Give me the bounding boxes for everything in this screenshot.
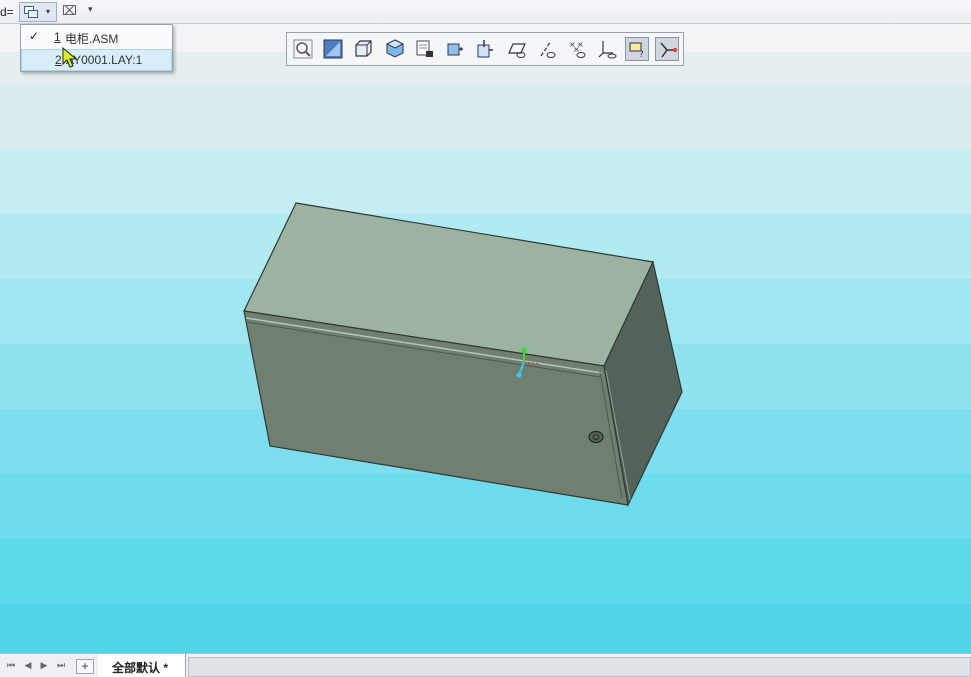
- mouse-cursor-icon: [62, 47, 78, 68]
- next-sheet-icon[interactable]: ▶: [37, 660, 51, 672]
- datum-axis-display-icon: [540, 40, 556, 58]
- spin-center-icon: [477, 40, 493, 58]
- spin-center-toggle-button[interactable]: [655, 37, 679, 61]
- window-list-button[interactable]: ▾: [19, 2, 57, 22]
- partial-label: d=: [0, 5, 14, 19]
- chevron-down-icon: ▾: [46, 7, 51, 16]
- window-list-icon: [24, 6, 38, 18]
- cabinet-model[interactable]: [0, 24, 971, 653]
- last-sheet-icon[interactable]: ⏭: [54, 660, 68, 672]
- annotation-display-icon: ?: [629, 42, 644, 60]
- add-sheet-button[interactable]: +: [76, 659, 94, 674]
- door-lock-icon: [588, 430, 604, 444]
- zoom-area-icon: [323, 39, 343, 59]
- window-top-bar: d= ▾ ⌧ ▾: [0, 0, 971, 24]
- close-window-icon[interactable]: ⌧: [62, 3, 77, 19]
- previous-sheet-icon[interactable]: ◀: [21, 660, 35, 672]
- coordinate-system-display-button[interactable]: [595, 37, 619, 61]
- named-views-button[interactable]: [383, 37, 407, 61]
- svg-text:?: ?: [639, 50, 644, 60]
- first-sheet-icon[interactable]: ⏮: [4, 660, 18, 672]
- refit-button[interactable]: [291, 37, 315, 61]
- zoom-area-button[interactable]: [321, 37, 345, 61]
- window-menu-item-1[interactable]: ✓ 1 电柜.ASM: [21, 26, 172, 48]
- annotation-display-button[interactable]: ?: [625, 37, 649, 61]
- more-options-icon[interactable]: ▾: [88, 4, 100, 18]
- graphics-viewport[interactable]: [0, 24, 971, 653]
- saved-orientations-icon: [416, 40, 433, 57]
- datum-plane-display-icon: [508, 43, 526, 58]
- coordinate-system-display-icon: [598, 41, 617, 59]
- menu-item-label: 电柜.ASM: [65, 32, 119, 46]
- datum-point-display-icon: × ××: [569, 40, 586, 58]
- view-manager-icon: [447, 43, 463, 56]
- sheet-tab-strip: [188, 657, 971, 677]
- sheet-tab-bar: ⏮ ◀ ▶ ⏭ + 全部默认 *: [0, 653, 971, 677]
- sheet-tab-all-default[interactable]: 全部默认 *: [98, 654, 186, 677]
- view-toolbar: × × × ?: [286, 32, 684, 66]
- window-menu-item-2[interactable]: 2 AY0001.LAY:1: [21, 49, 172, 71]
- spin-center-toggle-icon: [660, 42, 678, 58]
- display-style-button[interactable]: [351, 37, 375, 61]
- menu-item-number: 2: [55, 53, 62, 67]
- menu-item-number: 1: [54, 30, 61, 44]
- window-list-menu: ✓ 1 电柜.ASM 2 AY0001.LAY:1: [20, 24, 173, 72]
- checkmark-icon: ✓: [29, 29, 40, 43]
- datum-plane-display-button[interactable]: [505, 37, 529, 61]
- display-style-icon: [355, 40, 372, 57]
- datum-axis-display-button[interactable]: [535, 37, 559, 61]
- datum-point-display-button[interactable]: × × ×: [565, 37, 589, 61]
- refit-icon: [293, 39, 313, 59]
- saved-orientations-button[interactable]: [413, 37, 437, 61]
- spin-center-button[interactable]: [473, 37, 497, 61]
- view-manager-button[interactable]: [443, 37, 467, 61]
- named-views-icon: [385, 39, 405, 58]
